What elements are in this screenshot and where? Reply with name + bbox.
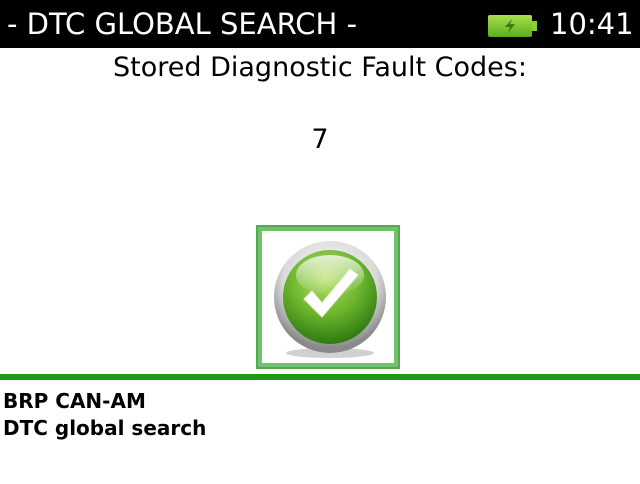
footer-line-brand: BRP CAN-AM (3, 389, 146, 413)
checkmark-icon (274, 241, 386, 358)
section-heading: Stored Diagnostic Fault Codes: (113, 52, 527, 83)
divider (0, 374, 640, 380)
footer-line-function: DTC global search (3, 416, 207, 440)
fault-code-count: 7 (311, 124, 329, 155)
screen-title: - DTC GLOBAL SEARCH - (7, 7, 358, 41)
clock: 10:41 (550, 7, 634, 41)
confirm-button[interactable] (256, 225, 400, 369)
status-footer: BRP CAN-AM DTC global search (0, 388, 206, 469)
battery-charging-icon (488, 15, 538, 37)
title-bar: - DTC GLOBAL SEARCH - 10:41 (0, 0, 640, 48)
